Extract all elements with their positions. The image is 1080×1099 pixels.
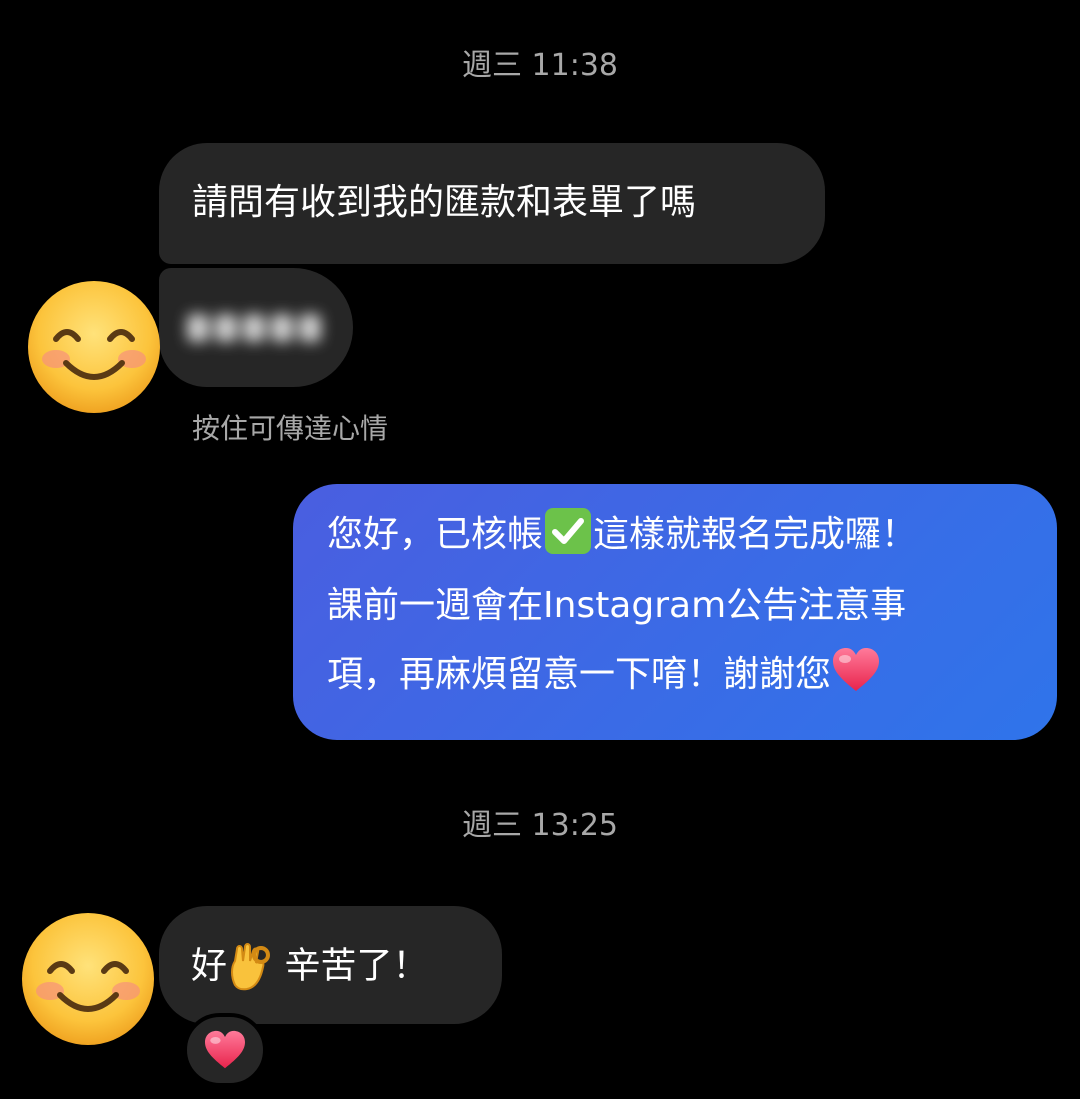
- reaction-hint: 按住可傳達心情: [192, 412, 389, 445]
- message-text-part: 這樣就報名完成囉！: [593, 514, 918, 555]
- smiling-face-icon: [22, 913, 154, 1045]
- red-heart-icon: [831, 641, 881, 710]
- message-reaction[interactable]: [183, 1013, 267, 1087]
- message-text-part: 您好，已核帳: [327, 514, 544, 555]
- red-heart-icon: [205, 1030, 245, 1069]
- message-text-part: 課前一週會在Instagram公告注意事: [327, 584, 907, 626]
- message-text-part: 辛苦了！: [273, 945, 429, 987]
- outgoing-message[interactable]: 您好，已核帳 這樣就報名完成囉！ 課前一週會在Instagram公告注意事 項，…: [293, 484, 1057, 740]
- incoming-message[interactable]: 好 辛苦了！: [159, 906, 502, 1024]
- message-text-part: 項，再麻煩留意一下唷！謝謝您: [327, 653, 832, 695]
- chat-screen: 週三 11:38 請問有收到我的匯款和表單了嗎 按住可傳達心情 您好，已核帳 這…: [0, 0, 1080, 1099]
- message-text-part: 好: [191, 945, 228, 987]
- message-text: 請問有收到我的匯款和表單了嗎: [192, 182, 697, 223]
- contact-avatar[interactable]: [20, 911, 156, 1047]
- check-mark-button-icon: [543, 502, 593, 571]
- incoming-message[interactable]: 請問有收到我的匯款和表單了嗎: [159, 143, 825, 264]
- smiling-face-icon: [28, 281, 160, 413]
- ok-hand-icon: [227, 941, 273, 994]
- incoming-blurred-message[interactable]: [159, 268, 353, 387]
- timestamp-divider: 週三 13:25: [462, 808, 618, 843]
- blurred-content: [187, 314, 321, 342]
- timestamp-divider: 週三 11:38: [462, 48, 618, 83]
- contact-avatar[interactable]: [26, 279, 162, 415]
